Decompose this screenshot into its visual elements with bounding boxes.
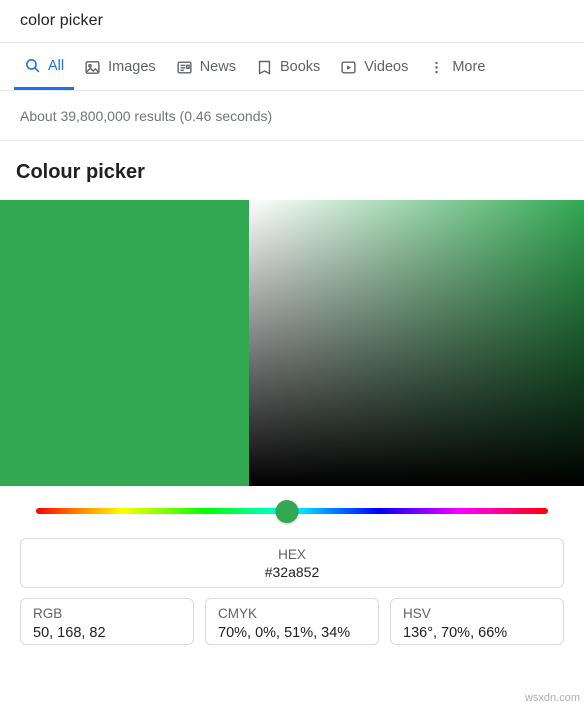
saturation-value-area[interactable] bbox=[249, 200, 584, 486]
hue-slider-wrapper bbox=[0, 486, 584, 526]
color-value-fields: RGB 50, 168, 82 CMYK 70%, 0%, 51%, 34% H… bbox=[0, 588, 584, 645]
cmyk-label: CMYK bbox=[218, 606, 258, 621]
tab-images-label: Images bbox=[108, 59, 156, 75]
news-icon bbox=[176, 59, 193, 76]
search-input-value[interactable]: color picker bbox=[20, 12, 103, 30]
watermark: wsxdn.com bbox=[524, 692, 580, 704]
rgb-label: RGB bbox=[33, 606, 63, 621]
tab-books-label: Books bbox=[279, 59, 321, 75]
tab-news-label: News bbox=[199, 59, 236, 75]
hue-slider-handle[interactable] bbox=[275, 499, 299, 523]
tab-all[interactable]: All bbox=[14, 44, 75, 90]
tab-images[interactable]: Images bbox=[74, 44, 166, 90]
more-vertical-icon bbox=[428, 59, 445, 76]
hex-label: HEX bbox=[278, 546, 306, 562]
search-tabs: All Images News Books Videos More bbox=[0, 43, 584, 90]
cmyk-value[interactable]: 70%, 0%, 51%, 34% bbox=[218, 623, 366, 643]
rgb-value[interactable]: 50, 168, 82 bbox=[33, 623, 181, 643]
result-stats: About 39,800,000 results (0.46 seconds) bbox=[20, 108, 273, 124]
tab-more[interactable]: More bbox=[418, 44, 495, 90]
hex-field[interactable]: HEX #32a852 bbox=[20, 538, 564, 588]
tab-videos-label: Videos bbox=[364, 59, 409, 75]
hue-slider-track[interactable] bbox=[36, 499, 548, 523]
search-results-page: color picker All Images News Books Video… bbox=[0, 0, 584, 706]
hsv-value[interactable]: 136°, 70%, 66% bbox=[403, 623, 551, 643]
hex-value[interactable]: #32a852 bbox=[265, 564, 320, 580]
color-preview-row bbox=[0, 200, 584, 486]
book-icon bbox=[256, 59, 273, 76]
color-picker-title: Colour picker bbox=[16, 161, 145, 183]
cmyk-field[interactable]: CMYK 70%, 0%, 51%, 34% bbox=[205, 598, 379, 645]
tab-videos[interactable]: Videos bbox=[330, 44, 418, 90]
video-icon bbox=[340, 59, 357, 76]
tab-books[interactable]: Books bbox=[246, 44, 330, 90]
tab-more-label: More bbox=[452, 59, 486, 75]
tab-news[interactable]: News bbox=[166, 44, 246, 90]
rgb-field[interactable]: RGB 50, 168, 82 bbox=[20, 598, 194, 645]
tab-all-label: All bbox=[48, 57, 65, 74]
search-bar[interactable]: color picker bbox=[0, 0, 584, 42]
hsv-field[interactable]: HSV 136°, 70%, 66% bbox=[390, 598, 564, 645]
hsv-label: HSV bbox=[403, 606, 431, 621]
search-icon bbox=[24, 57, 41, 74]
selected-color-swatch bbox=[0, 200, 249, 486]
image-icon bbox=[84, 59, 101, 76]
value-gradient-overlay bbox=[249, 200, 584, 486]
